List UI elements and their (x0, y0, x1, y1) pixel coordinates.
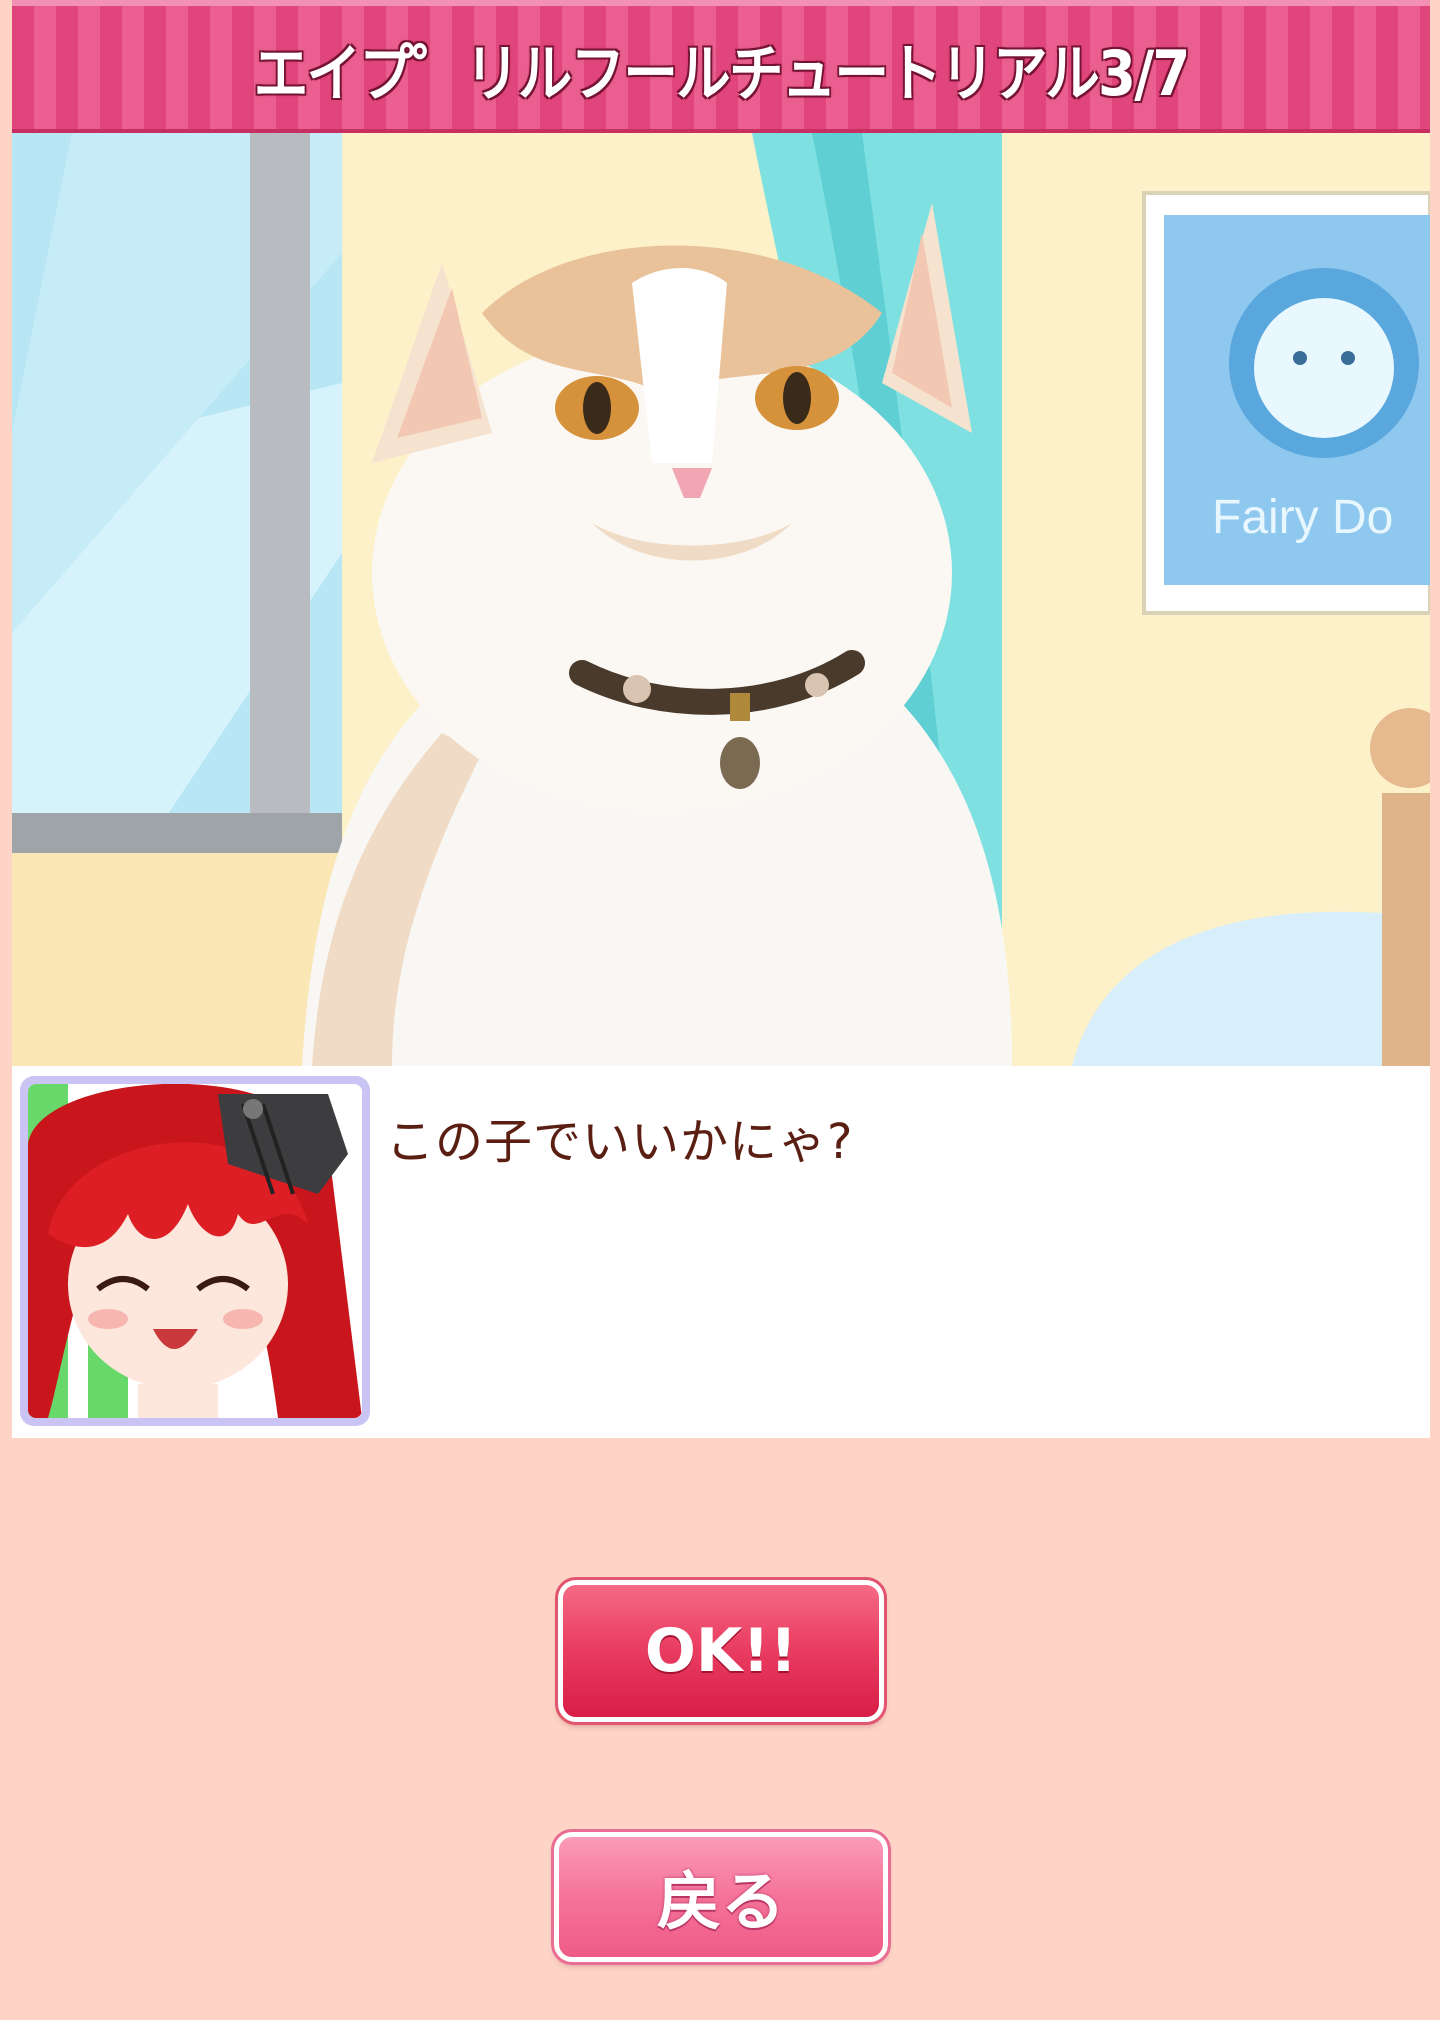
title-bar: エイプ゜リルフールチュートリアル3/7 (12, 0, 1430, 133)
speaker-avatar (20, 1076, 370, 1426)
poster-text: Fairy Do (1212, 491, 1393, 544)
back-button-label: 戻る (657, 1866, 785, 1940)
back-button[interactable]: 戻る (551, 1829, 891, 1965)
window (12, 133, 342, 1066)
wall-poster: Fairy Do (1142, 191, 1430, 615)
ok-button-label: OK!! (644, 1616, 798, 1686)
page-title: エイプ゜リルフールチュートリアル3/7 (253, 36, 1191, 110)
scene-illustration: Fairy Do (12, 133, 1430, 1066)
dialog-panel: この子でいいかにゃ? (12, 1066, 1430, 1438)
anime-girl-avatar-icon (28, 1084, 362, 1418)
dialog-message: この子でいいかにゃ? (386, 1114, 854, 1170)
avatar-image (28, 1084, 362, 1418)
ok-button[interactable]: OK!! (555, 1577, 887, 1725)
scene-image: Fairy Do (12, 133, 1430, 1066)
